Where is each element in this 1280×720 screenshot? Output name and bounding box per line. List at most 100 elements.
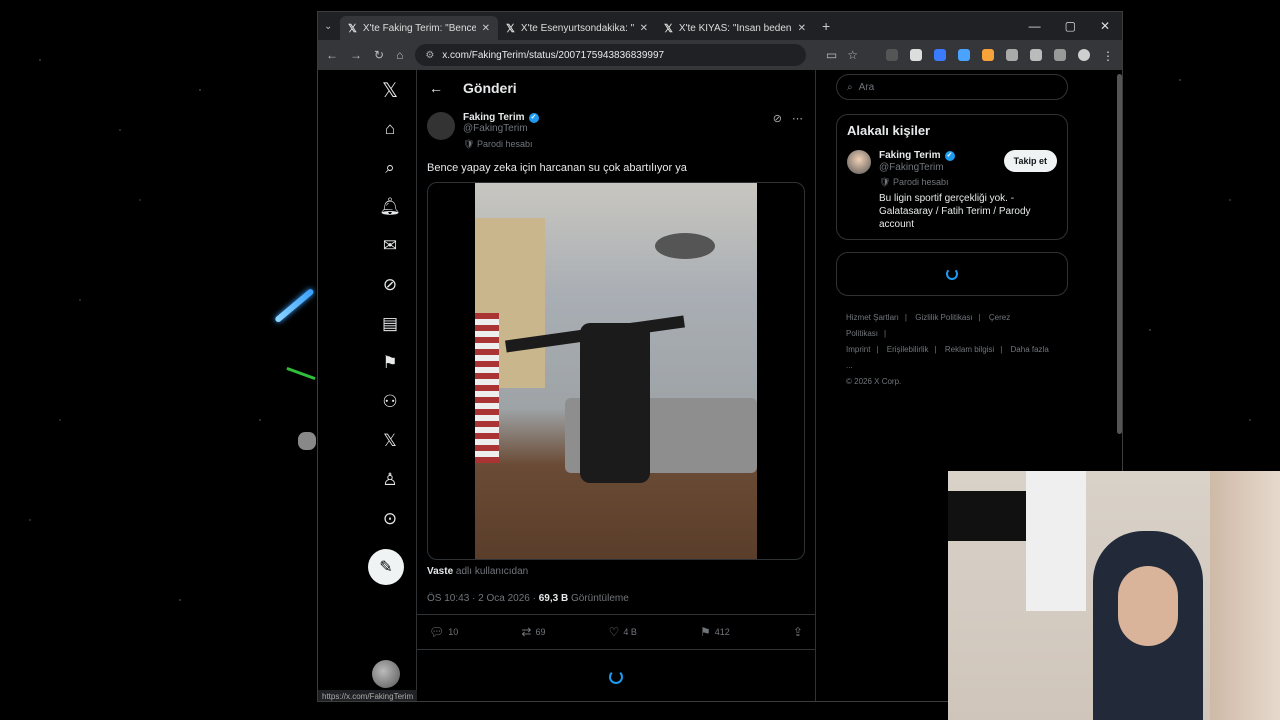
footer-link-imprint[interactable]: Imprint — [846, 345, 870, 354]
home-icon[interactable]: ⌂ — [396, 48, 403, 62]
extension-icon[interactable] — [1006, 49, 1018, 61]
site-info-icon[interactable]: ⚙ — [425, 50, 434, 61]
tv — [948, 491, 1028, 541]
home-icon[interactable]: ⌂ — [374, 113, 406, 145]
maximize-icon[interactable]: ▢ — [1065, 19, 1076, 33]
extensions: ⋮ — [886, 49, 1114, 63]
tweet-text: Bence yapay zeka için harcanan su çok ab… — [427, 162, 687, 174]
like-button[interactable]: ♡ 4 B — [609, 625, 637, 639]
grok-icon[interactable]: ⊘ — [773, 112, 782, 125]
x-logo-icon: 𝕏 — [506, 22, 515, 35]
profile-icon[interactable]: ♙ — [374, 464, 406, 496]
verified-icon: ✓ — [944, 150, 955, 161]
bell-icon[interactable]: 🔔︎ — [374, 191, 406, 223]
tab-search-icon[interactable]: ⌄ — [324, 21, 340, 32]
search-icon[interactable]: ⌕ — [374, 152, 406, 184]
star-icon[interactable]: ☆ — [847, 48, 858, 62]
footer-link-ads[interactable]: Reklam bilgisi — [945, 345, 994, 354]
credit-user[interactable]: Vaste — [427, 566, 453, 577]
install-icon[interactable]: ▭ — [826, 48, 837, 62]
reload-icon[interactable]: ↻ — [374, 48, 384, 62]
footer-links: Hizmet Şartları | Gizlilik Politikası | Çe… — [836, 310, 1068, 390]
tab-3[interactable]: 𝕏 X'te KIYAS: "İnsan bedeni ne ka ✕ — [656, 16, 814, 40]
extension-icon[interactable] — [910, 49, 922, 61]
media-frame[interactable] — [427, 182, 805, 560]
extension-icon[interactable] — [934, 49, 946, 61]
footer-separator: | — [1000, 345, 1003, 354]
bookmark-icon[interactable]: ⚑ — [374, 347, 406, 379]
person — [580, 323, 650, 483]
related-parody: 🛡︎ Parodi hesabı — [879, 177, 949, 187]
premium-x-icon[interactable]: 𝕏 — [374, 425, 406, 457]
extension-icon[interactable] — [982, 49, 994, 61]
search-placeholder: Ara — [858, 81, 875, 93]
repost-button[interactable]: ⇄ 69 — [521, 625, 545, 639]
forward-icon[interactable]: → — [350, 48, 362, 62]
follow-button[interactable]: Takip et — [1003, 150, 1057, 172]
back-arrow-icon[interactable]: ← — [429, 80, 443, 96]
account-avatar[interactable] — [372, 660, 400, 688]
author-avatar[interactable] — [427, 112, 455, 140]
related-avatar[interactable] — [847, 150, 871, 174]
footer-link-terms[interactable]: Hizmet Şartları — [846, 313, 899, 322]
related-people-card: Alakalı kişiler Faking Terim ✓ @FakingTer… — [836, 114, 1068, 240]
parody-text: Parodi hesabı — [476, 139, 533, 149]
more-icon[interactable]: ⊙ — [374, 503, 406, 535]
parody-label: 🛡︎ Parodi hesabı — [463, 139, 533, 149]
menu-icon[interactable]: ⋮ — [1102, 49, 1114, 63]
bookmark-count: 412 — [714, 627, 730, 637]
profile-icon[interactable] — [1078, 49, 1090, 61]
tab-1[interactable]: 𝕏 X'te Faking Terim: "Bence yapay ✕ — [340, 16, 498, 40]
reading-list-icon[interactable] — [1054, 49, 1066, 61]
author-name[interactable]: Faking Terim ✓ — [463, 112, 539, 123]
search-input[interactable]: ⌕ Ara — [836, 74, 1068, 100]
omnibox-actions: ▭ ☆ — [826, 48, 858, 62]
post-time[interactable]: ÖS 10:43 · 2 Oca 2026 · — [427, 593, 536, 604]
back-icon[interactable]: ← — [326, 48, 338, 62]
puzzle-icon[interactable] — [1030, 49, 1042, 61]
video-thumbnail[interactable] — [475, 183, 757, 559]
minimize-icon[interactable]: — — [1029, 19, 1041, 33]
close-window-icon[interactable]: ✕ — [1100, 19, 1110, 33]
close-icon[interactable]: ✕ — [482, 23, 490, 34]
close-icon[interactable]: ✕ — [640, 23, 648, 34]
new-tab-icon[interactable]: + — [822, 18, 830, 34]
left-nav: 𝕏 ⌂ ⌕ 🔔︎ ✉ ⊘ ▤ ⚑ ⚇ 𝕏 ♙ ⊙ ✎ — [368, 70, 416, 701]
address-bar[interactable]: ⚙ x.com/FakingTerim/status/2007175943836… — [415, 44, 806, 66]
post-meta: ÖS 10:43 · 2 Oca 2026 · 69,3 B Görüntüle… — [417, 583, 815, 615]
footer-link-accessibility[interactable]: Erişilebilirlik — [887, 345, 929, 354]
share-button[interactable]: ⇪ — [793, 625, 803, 639]
footer-separator: | — [934, 345, 937, 354]
close-icon[interactable]: ✕ — [798, 23, 806, 34]
heart-icon: ♡ — [608, 625, 620, 639]
footer-separator: | — [876, 345, 879, 354]
more-icon[interactable]: ⋯ — [792, 112, 803, 125]
compose-button[interactable]: ✎ — [368, 549, 404, 585]
footer-separator: | — [884, 329, 887, 338]
extension-icon[interactable] — [886, 49, 898, 61]
shelf — [1026, 471, 1086, 611]
x-logo-icon[interactable]: 𝕏 — [374, 74, 406, 106]
window-controls: — ▢ ✕ — [1029, 19, 1122, 33]
lists-icon[interactable]: ▤ — [374, 308, 406, 340]
grok-icon[interactable]: ⊘ — [374, 269, 406, 301]
bookmark-button[interactable]: ⚑ 412 — [700, 625, 730, 639]
browser-toolbar: ← → ↻ ⌂ ⚙ x.com/FakingTerim/status/20071… — [318, 40, 1122, 70]
footer-link-privacy[interactable]: Gizlilik Politikası — [915, 313, 972, 322]
reply-button[interactable]: 💬︎ 10 — [429, 625, 458, 639]
bookmark-icon: ⚑ — [699, 625, 711, 639]
author-name-text: Faking Terim — [463, 112, 525, 123]
mail-icon[interactable]: ✉ — [374, 230, 406, 262]
author-handle[interactable]: @FakingTerim — [463, 123, 539, 134]
related-person[interactable]: Faking Terim ✓ @FakingTerim 🛡︎ Parodi hes… — [847, 150, 1057, 231]
pigeon — [655, 233, 715, 259]
credit-suffix: adlı kullanıcıdan — [455, 566, 529, 577]
tab-title: X'te Faking Terim: "Bence yapay — [362, 22, 476, 34]
scrollbar[interactable] — [1117, 74, 1122, 434]
curtain — [1210, 471, 1280, 720]
tab-2[interactable]: 𝕏 X'te Esenyurtsondakika: "MilliP ✕ — [498, 16, 656, 40]
extension-icon[interactable] — [958, 49, 970, 61]
footer-separator: | — [904, 313, 907, 322]
x-logo-icon: 𝕏 — [348, 22, 357, 35]
communities-icon[interactable]: ⚇ — [374, 386, 406, 418]
